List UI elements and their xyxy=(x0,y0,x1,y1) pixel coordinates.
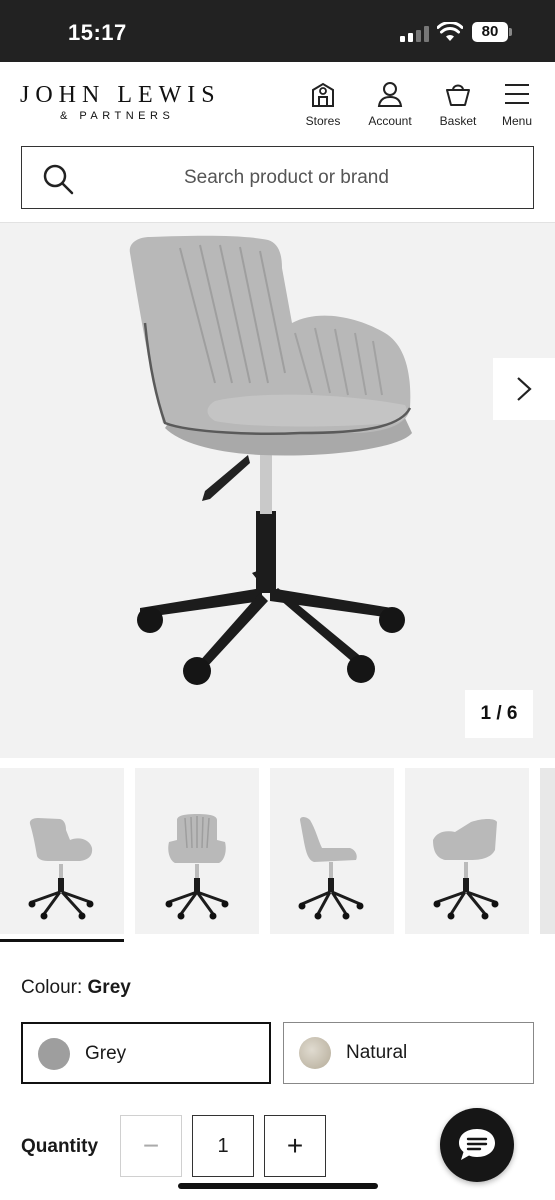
quantity-decrease-button[interactable]: − xyxy=(120,1115,182,1177)
chat-bubble-icon xyxy=(459,1129,495,1160)
nav-menu[interactable]: Menu xyxy=(487,80,547,128)
quantity-increase-button[interactable]: + xyxy=(264,1115,326,1177)
next-image-button[interactable] xyxy=(493,358,555,420)
nav-basket-label: Basket xyxy=(439,114,477,128)
thumbnail-back[interactable] xyxy=(405,768,529,934)
colour-option-grey[interactable]: Grey xyxy=(21,1022,271,1084)
colour-option-grey-label: Grey xyxy=(85,1043,127,1064)
chair-thumbnail-image xyxy=(165,814,229,920)
colour-label: Colour: Grey xyxy=(21,977,131,999)
menu-icon xyxy=(505,84,529,104)
nav-basket[interactable]: Basket xyxy=(428,80,488,128)
basket-icon xyxy=(446,84,470,106)
logo-main-text: JOHN LEWIS xyxy=(20,82,221,108)
account-icon xyxy=(377,82,403,107)
battery-tip xyxy=(509,28,512,36)
store-icon xyxy=(312,82,334,107)
chair-thumbnail-image xyxy=(28,818,94,920)
search-input[interactable]: Search product or brand xyxy=(21,146,534,209)
brand-logo[interactable]: JOHN LEWIS & PARTNERS xyxy=(20,82,221,122)
chevron-right-icon xyxy=(517,377,532,401)
colour-option-natural[interactable]: Natural xyxy=(283,1022,534,1084)
natural-swatch xyxy=(299,1037,331,1069)
chair-thumbnail-image xyxy=(433,819,499,920)
colour-option-natural-label: Natural xyxy=(346,1042,408,1063)
grey-swatch xyxy=(38,1038,70,1070)
search-icon xyxy=(43,164,74,195)
office-chair-image xyxy=(129,235,412,685)
search-placeholder: Search product or brand xyxy=(184,167,389,188)
nav-account[interactable]: Account xyxy=(360,80,420,128)
thumbnail-side[interactable] xyxy=(270,768,394,934)
thumbnail-partial[interactable] xyxy=(540,768,555,934)
chat-button[interactable] xyxy=(440,1108,514,1182)
image-counter: 1 / 6 xyxy=(465,690,533,738)
nav-menu-label: Menu xyxy=(501,114,533,128)
colour-selected-value: Grey xyxy=(87,977,131,998)
nav-account-label: Account xyxy=(368,114,412,128)
status-time: 15:17 xyxy=(68,20,127,45)
chair-thumbnail-image xyxy=(298,817,364,920)
thumbnail-front[interactable] xyxy=(135,768,259,934)
nav-stores-label: Stores xyxy=(305,114,341,128)
signal-icon xyxy=(400,26,430,42)
battery-icon: 80 xyxy=(472,22,508,42)
home-indicator xyxy=(178,1183,378,1189)
quantity-input[interactable]: 1 xyxy=(192,1115,254,1177)
thumbnail-front-angle[interactable] xyxy=(0,768,124,942)
quantity-label: Quantity xyxy=(21,1136,99,1157)
product-main-image[interactable]: 1 / 6 xyxy=(0,223,555,758)
nav-stores[interactable]: Stores xyxy=(293,80,353,128)
site-header: JOHN LEWIS & PARTNERS Stores Account Bas… xyxy=(0,62,555,140)
logo-sub-text: & PARTNERS xyxy=(60,110,175,122)
colour-label-prefix: Colour: xyxy=(21,977,83,998)
thumbnail-strip xyxy=(0,768,555,943)
wifi-icon xyxy=(437,22,463,41)
status-bar: 15:17 80 xyxy=(0,0,555,62)
